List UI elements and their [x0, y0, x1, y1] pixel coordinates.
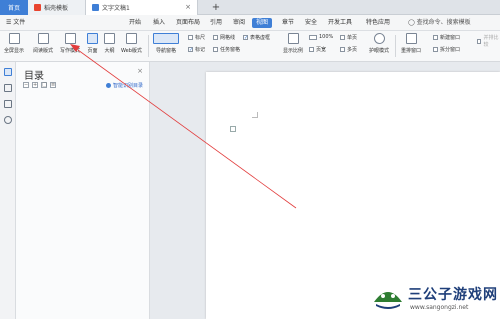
- site-watermark: 三公子游戏网 www.sangongzi.net: [368, 276, 500, 319]
- watermark-logo-icon: [374, 292, 402, 309]
- annotation-arrow: [70, 44, 297, 209]
- arrow-line: [77, 49, 297, 209]
- watermark-title: 三公子游戏网: [408, 287, 498, 303]
- watermark-url: www.sangongzi.net: [410, 304, 469, 311]
